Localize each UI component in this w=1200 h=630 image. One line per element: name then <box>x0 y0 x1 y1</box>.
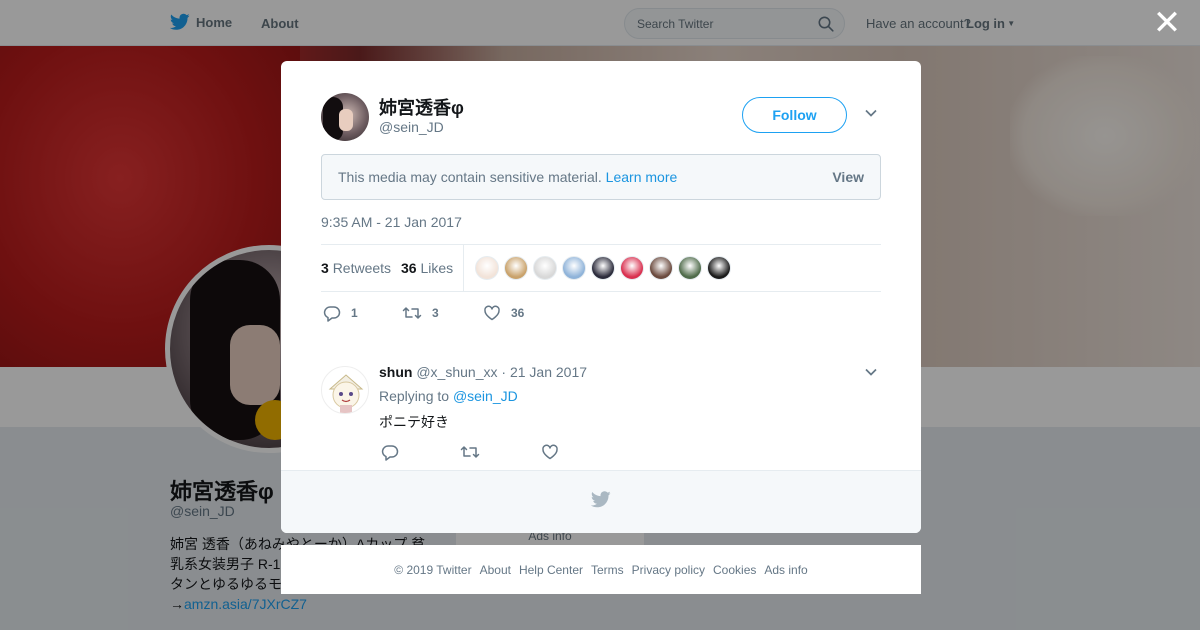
retweet-action[interactable]: 3 <box>402 304 439 322</box>
liker-avatar[interactable] <box>533 256 557 280</box>
author-handle[interactable]: @sein_JD <box>379 119 444 135</box>
author-name[interactable]: 姉宮透香φ <box>379 94 464 120</box>
liker-avatar[interactable] <box>475 256 499 280</box>
follow-button[interactable]: Follow <box>742 97 847 133</box>
liker-avatars <box>475 256 736 280</box>
reply-date[interactable]: 21 Jan 2017 <box>510 364 587 380</box>
avatar-image-part <box>339 109 353 131</box>
footer-link[interactable]: Cookies <box>713 563 756 577</box>
avatar-illustration <box>328 374 364 413</box>
separator-dot: · <box>501 364 507 380</box>
chevron-down-icon[interactable] <box>864 365 878 379</box>
liker-avatar[interactable] <box>620 256 644 280</box>
like-action-count: 36 <box>511 306 525 320</box>
retweet-action-count: 3 <box>432 306 439 320</box>
twitter-bird-icon <box>591 491 611 508</box>
close-modal-button[interactable]: ✕ <box>1150 6 1184 40</box>
replying-to-label: Replying to <box>379 388 450 404</box>
footer-link[interactable]: Ads info <box>764 563 807 577</box>
retweet-stat[interactable]: 3 Retweets <box>321 260 391 276</box>
sensitive-message: This media may contain sensitive materia… <box>338 169 602 185</box>
tweet-permalink-modal: 姉宮透香φ @sein_JD Follow This media may con… <box>281 61 921 533</box>
like-stat[interactable]: 36 Likes <box>401 260 453 276</box>
reply-author-name[interactable]: shun <box>379 364 412 380</box>
reply-action[interactable]: 1 <box>323 304 358 322</box>
reply-icon <box>323 306 341 322</box>
like-count: 36 <box>401 260 417 276</box>
reply-author-handle[interactable]: @x_shun_xx <box>416 364 497 380</box>
like-action[interactable]: 36 <box>483 304 524 322</box>
like-stat-label: Likes <box>420 260 454 276</box>
liker-avatar[interactable] <box>707 256 731 280</box>
reply-count: 1 <box>351 306 358 320</box>
chevron-down-icon[interactable] <box>864 106 878 120</box>
sensitive-media-notice: This media may contain sensitive materia… <box>321 154 881 200</box>
tweet-timestamp[interactable]: 9:35 AM - 21 Jan 2017 <box>321 214 462 230</box>
stats-divider <box>463 245 464 291</box>
reply-header: shun @x_shun_xx · 21 Jan 2017 <box>379 364 587 380</box>
liker-avatar[interactable] <box>504 256 528 280</box>
heart-icon[interactable] <box>541 443 559 461</box>
retweet-stat-label: Retweets <box>332 260 392 276</box>
footer-link[interactable]: About <box>480 563 511 577</box>
liker-avatar[interactable] <box>678 256 702 280</box>
footer-link[interactable]: Terms <box>591 563 624 577</box>
heart-icon <box>484 305 500 321</box>
reply-author-avatar[interactable] <box>321 366 369 414</box>
author-avatar[interactable] <box>321 93 369 141</box>
tweet-stats: 3 Retweets 36 Likes <box>321 244 881 292</box>
retweet-count: 3 <box>321 260 329 276</box>
footer-link[interactable]: Help Center <box>519 563 583 577</box>
liker-avatar[interactable] <box>562 256 586 280</box>
view-media-button[interactable]: View <box>832 169 864 185</box>
modal-footer <box>281 470 921 533</box>
retweet-icon[interactable] <box>460 443 480 461</box>
liker-avatar[interactable] <box>649 256 673 280</box>
mention-link[interactable]: @sein_JD <box>453 388 518 404</box>
reply-icon[interactable] <box>381 443 399 461</box>
site-footer: © 2019 Twitter About Help Center Terms Priva… <box>281 545 921 594</box>
reply-text: ポニテ好き <box>379 414 449 430</box>
sensitive-notice-text: This media may contain sensitive materia… <box>338 169 677 185</box>
retweet-icon <box>402 307 422 319</box>
footer-link[interactable]: Privacy policy <box>632 563 705 577</box>
learn-more-link[interactable]: Learn more <box>606 169 678 185</box>
footer-links: © 2019 Twitter About Help Center Terms Priva… <box>281 563 921 577</box>
replying-to: Replying to @sein_JD <box>379 388 518 404</box>
footer-link: © 2019 Twitter <box>394 563 472 577</box>
liker-avatar[interactable] <box>591 256 615 280</box>
